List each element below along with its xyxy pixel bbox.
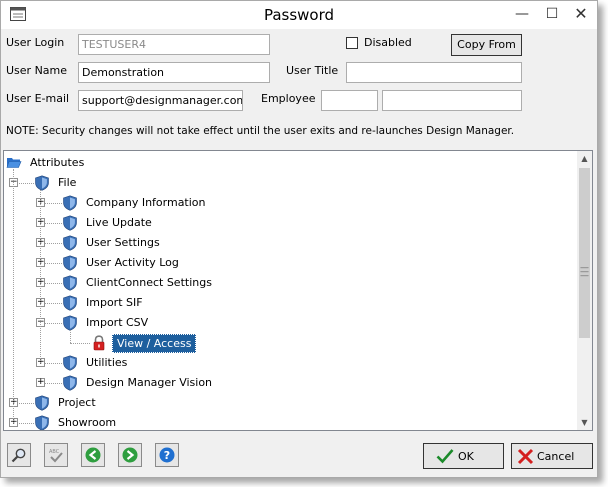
- tree-node-label: Import CSV: [86, 316, 149, 329]
- tree-node-label: Import SIF: [86, 296, 143, 309]
- password-window: Password — ☐ ✕ User Login TESTUSER4 Disa…: [0, 0, 598, 478]
- tree-node-user-activity-log[interactable]: + User Activity Log: [4, 254, 564, 272]
- close-icon[interactable]: ✕: [570, 4, 592, 24]
- tree-node-user-settings[interactable]: + User Settings: [4, 234, 564, 252]
- scroll-thumb[interactable]: — — —: [579, 168, 590, 338]
- tree-node-label: Design Manager Vision: [86, 376, 213, 389]
- tree-node-label: Live Update: [86, 216, 152, 229]
- spell-check-icon: ABC: [49, 449, 63, 463]
- shield-icon: [62, 235, 78, 251]
- security-note: NOTE: Security changes will not take eff…: [6, 125, 515, 137]
- tree-node-label: ClientConnect Settings: [86, 276, 212, 289]
- shield-icon: [34, 395, 50, 411]
- tree-node-view-access[interactable]: View / Access: [4, 334, 564, 353]
- tree-scrollbar[interactable]: ▲ — — — ▼: [577, 151, 592, 430]
- shield-icon: [62, 315, 78, 331]
- shield-icon: [62, 275, 78, 291]
- forward-button[interactable]: [118, 443, 142, 467]
- tree-root-attributes[interactable]: Attributes: [6, 154, 206, 172]
- cancel-label: Cancel: [537, 450, 575, 463]
- shield-icon: [62, 375, 78, 391]
- cancel-x-icon: [517, 448, 534, 465]
- user-email-field[interactable]: support@designmanager.com: [78, 90, 243, 111]
- help-icon: ?: [159, 447, 175, 463]
- tree-connector-line: [70, 343, 90, 344]
- tree-node-label: User Settings: [86, 236, 160, 249]
- forward-icon: [122, 447, 138, 463]
- shield-icon: [62, 215, 78, 231]
- tree-node-label: Project: [58, 396, 96, 409]
- tree-root-label: Attributes: [30, 156, 85, 169]
- scroll-down-icon[interactable]: ▼: [577, 415, 592, 430]
- tree-node-utilities[interactable]: + Utilities: [4, 354, 564, 372]
- tree-node-live-update[interactable]: + Live Update: [4, 214, 564, 232]
- tree-node-company-information[interactable]: + Company Information: [4, 194, 564, 212]
- back-icon: [85, 447, 101, 463]
- padlock-icon: [92, 335, 108, 351]
- back-button[interactable]: [81, 443, 105, 467]
- user-name-label: User Name: [6, 64, 68, 77]
- open-folder-icon: [6, 158, 22, 168]
- shield-icon: [34, 415, 50, 430]
- tree-node-label: Utilities: [86, 356, 128, 369]
- search-button[interactable]: [7, 443, 31, 467]
- ok-label: OK: [458, 450, 474, 463]
- tree-node-label: Showroom: [58, 416, 117, 429]
- help-button[interactable]: ?: [155, 443, 179, 467]
- tree-node-design-manager-vision[interactable]: + Design Manager Vision: [4, 374, 564, 392]
- spell-check-button[interactable]: ABC: [44, 443, 68, 467]
- tree-node-import-sif[interactable]: + Import SIF: [4, 294, 564, 312]
- tree-connector-line: [70, 330, 71, 343]
- tree-node-showroom[interactable]: + Showroom: [4, 414, 564, 430]
- attributes-tree[interactable]: Attributes − File + Company Information + Liv…: [3, 150, 593, 431]
- copy-from-button[interactable]: Copy From: [451, 34, 522, 56]
- tree-node-label: Company Information: [86, 196, 206, 209]
- shield-icon: [62, 355, 78, 371]
- tree-connector-line: [13, 169, 14, 423]
- tree-node-label: View / Access: [112, 334, 197, 353]
- copy-from-label: Copy From: [457, 38, 516, 51]
- tree-node-label: File: [58, 176, 77, 189]
- employee-name-field[interactable]: [382, 90, 522, 111]
- user-login-label: User Login: [6, 36, 65, 49]
- ok-button[interactable]: OK: [423, 443, 504, 469]
- user-name-field[interactable]: Demonstration: [78, 62, 270, 83]
- window-title: Password: [263, 6, 335, 24]
- tree-node-label: User Activity Log: [86, 256, 179, 269]
- maximize-icon[interactable]: ☐: [541, 4, 563, 24]
- tree-connector-line: [40, 190, 41, 363]
- user-title-label: User Title: [286, 64, 339, 77]
- scroll-up-icon[interactable]: ▲: [577, 151, 592, 166]
- employee-code-field[interactable]: [321, 90, 378, 111]
- cancel-button[interactable]: Cancel: [511, 443, 593, 469]
- disabled-checkbox[interactable]: [346, 37, 358, 49]
- scroll-grip-icon: — — —: [580, 263, 589, 281]
- user-email-label: User E-mail: [6, 92, 70, 105]
- tree-node-project[interactable]: + Project: [4, 394, 564, 412]
- expand-icon[interactable]: +: [36, 378, 45, 387]
- user-title-field[interactable]: [346, 62, 522, 83]
- svg-text:?: ?: [164, 449, 170, 462]
- svg-text:ABC: ABC: [49, 449, 60, 455]
- shield-icon: [62, 295, 78, 311]
- disabled-label: Disabled: [364, 36, 412, 49]
- checkmark-icon: [436, 449, 454, 464]
- user-login-field[interactable]: TESTUSER4: [78, 34, 270, 55]
- tree-node-import-csv[interactable]: − Import CSV: [4, 314, 564, 332]
- title-bar: Password — ☐ ✕: [1, 1, 597, 29]
- shield-icon: [62, 195, 78, 211]
- shield-icon: [34, 175, 50, 191]
- minimize-icon[interactable]: —: [511, 4, 533, 24]
- tree-node-file[interactable]: − File: [4, 174, 564, 192]
- employee-label: Employee: [261, 92, 316, 105]
- search-icon: [11, 448, 26, 463]
- shield-icon: [62, 255, 78, 271]
- tree-node-clientconnect-settings[interactable]: + ClientConnect Settings: [4, 274, 564, 292]
